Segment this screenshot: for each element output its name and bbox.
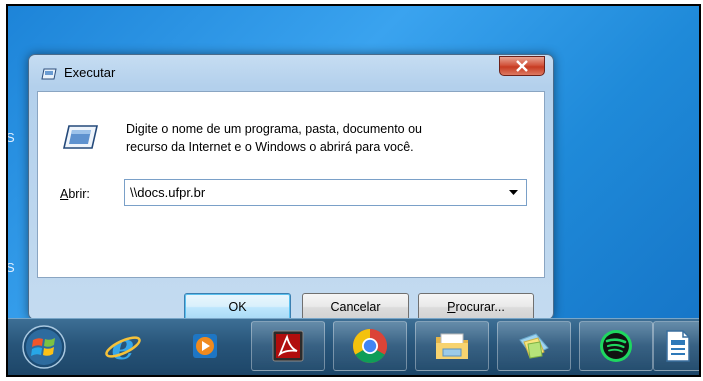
desktop-edge-text: S [6, 130, 15, 145]
taskbar-adobe-reader[interactable] [251, 321, 325, 371]
close-button[interactable] [499, 56, 545, 76]
description-line: recurso da Internet e o Windows o abrirá… [126, 140, 414, 154]
taskbar-media-player[interactable] [168, 321, 242, 371]
browse-button[interactable]: Procurar... [418, 293, 534, 321]
open-input[interactable] [130, 183, 500, 202]
sticky-notes-icon [519, 333, 549, 359]
writer-document-icon [666, 330, 690, 362]
dialog-title: Executar [64, 65, 116, 80]
desktop-edge-text: S [6, 260, 15, 275]
cancel-button[interactable]: Cancelar [302, 293, 409, 321]
windows-start-icon [22, 325, 66, 369]
taskbar: e [8, 318, 699, 375]
open-combobox[interactable] [124, 179, 527, 206]
dialog-description: Digite o nome de um programa, pasta, doc… [126, 120, 526, 156]
browse-label-rest: rocurar... [455, 300, 505, 314]
taskbar-sticky-notes[interactable] [497, 321, 571, 371]
taskbar-ie[interactable]: e [86, 321, 160, 371]
browse-accel: P [447, 300, 456, 314]
svg-text:e: e [112, 326, 135, 366]
close-icon [516, 60, 528, 72]
taskbar-chrome[interactable] [333, 321, 407, 371]
media-player-icon [193, 334, 217, 358]
open-label: Abrir: [60, 187, 90, 201]
chevron-down-icon[interactable] [509, 190, 518, 195]
ok-button[interactable]: OK [184, 293, 291, 321]
dialog-titlebar[interactable]: Executar [29, 55, 553, 89]
file-explorer-icon [436, 333, 468, 359]
start-button[interactable] [20, 323, 68, 371]
internet-explorer-icon: e [105, 326, 141, 366]
taskbar-spotify[interactable] [579, 321, 653, 371]
adobe-reader-icon [272, 330, 304, 362]
description-line: Digite o nome de um programa, pasta, doc… [126, 122, 423, 136]
taskbar-writer[interactable] [653, 321, 699, 371]
spotify-icon [600, 330, 632, 362]
chrome-icon [353, 329, 387, 363]
run-program-icon [62, 125, 98, 149]
run-icon [41, 68, 57, 80]
dialog-body: Digite o nome de um programa, pasta, doc… [37, 91, 545, 321]
screen: S S Executar Digite o nome de um program… [6, 4, 701, 377]
open-label-rest: brir: [68, 187, 90, 201]
taskbar-file-explorer[interactable] [415, 321, 489, 371]
run-dialog: Executar Digite o nome de um programa, p… [28, 54, 554, 321]
